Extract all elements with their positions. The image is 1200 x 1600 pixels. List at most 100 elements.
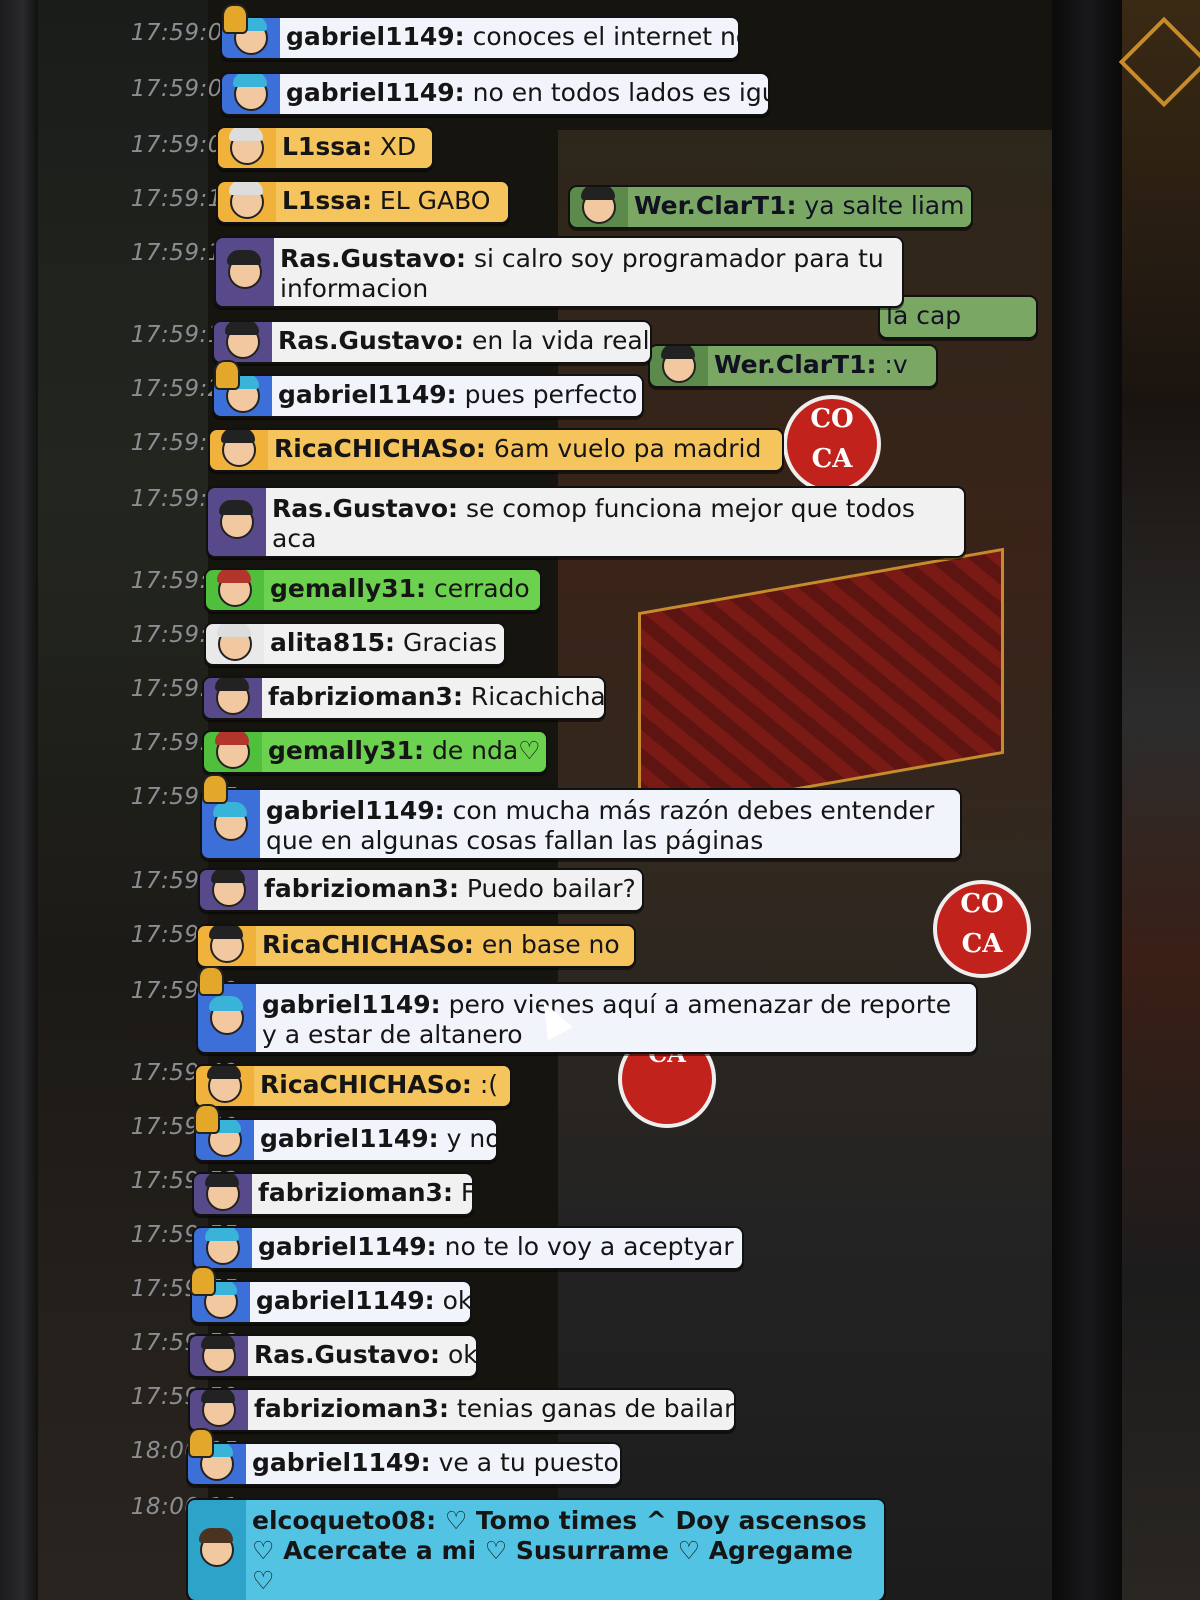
user-name[interactable]: RicaCHICHASo: — [260, 1070, 472, 1099]
message-text: 6am vuelo pa madrid — [493, 434, 762, 463]
chat-bubble[interactable]: fabrizioman3: F — [192, 1172, 474, 1216]
message-text: ya salte liam — [804, 191, 965, 220]
message-text: en la vida real — [471, 326, 650, 355]
user-name[interactable]: fabrizioman3: — [254, 1394, 449, 1423]
user-name[interactable]: gabriel1149: — [262, 990, 441, 1019]
user-name[interactable]: Wer.ClarT1: — [714, 350, 876, 379]
chat-bubble[interactable]: RicaCHICHASo: :( — [194, 1064, 512, 1108]
chat-bubble[interactable]: fabrizioman3: tenias ganas de bailar — [188, 1388, 736, 1432]
avatar[interactable] — [194, 1174, 252, 1214]
duck-pet-icon — [202, 774, 228, 804]
avatar — [570, 187, 628, 227]
chat-bubble[interactable]: gabriel1149: no te lo voy a aceptyar — [192, 1226, 744, 1270]
message-text: en base no — [481, 930, 620, 959]
message-text: de nda♡ — [431, 736, 541, 765]
chat-bubble[interactable]: Ras.Gustavo: en la vida real — [212, 320, 652, 364]
user-name[interactable]: gabriel1149: — [278, 380, 457, 409]
chat-bubble[interactable]: gabriel1149: pues perfecto — [212, 374, 644, 418]
user-name[interactable]: gabriel1149: — [258, 1232, 437, 1261]
chat-bubble[interactable]: gabriel1149: ok — [190, 1280, 472, 1324]
avatar[interactable] — [210, 430, 268, 470]
avatar[interactable] — [214, 322, 272, 362]
chat-bubble[interactable]: Ras.Gustavo: se comop funciona mejor que… — [206, 486, 966, 558]
message-text: tenias ganas de bailar — [456, 1394, 735, 1423]
diamond-ornament-icon — [1118, 16, 1200, 108]
avatar[interactable] — [190, 1336, 248, 1376]
user-name[interactable]: fabrizioman3: — [258, 1178, 453, 1207]
chat-bubble[interactable]: gabriel1149: con mucha más razón debes e… — [200, 788, 962, 860]
duck-pet-icon — [188, 1428, 214, 1458]
user-name[interactable]: Ras.Gustavo: — [280, 244, 466, 273]
user-name[interactable]: fabrizioman3: — [264, 874, 459, 903]
avatar[interactable] — [188, 1500, 246, 1600]
chat-bubble[interactable]: gabriel1149: pero vienes aquí a amenazar… — [196, 982, 978, 1054]
message-text: no te lo voy a aceptyar — [444, 1232, 734, 1261]
user-name[interactable]: Ras.Gustavo: — [254, 1340, 440, 1369]
coca-sign-mid[interactable]: CO CA — [933, 880, 1031, 978]
avatar[interactable] — [218, 182, 276, 222]
chat-bubble[interactable]: fabrizioman3: Puedo bailar? — [198, 868, 644, 912]
avatar[interactable] — [222, 74, 280, 114]
user-name[interactable]: Ras.Gustavo: — [272, 494, 458, 523]
message-text: la cap — [880, 297, 1036, 337]
chat-bubble[interactable]: gabriel1149: ve a tu puesto — [186, 1442, 622, 1486]
chat-bubble[interactable]: L1ssa: XD — [216, 126, 434, 170]
avatar[interactable] — [196, 1066, 254, 1106]
avatar[interactable] — [204, 732, 262, 772]
avatar[interactable] — [200, 870, 258, 910]
second-window-edge — [1118, 0, 1200, 1600]
user-name[interactable]: alita815: — [270, 628, 395, 657]
chat-bubble[interactable]: gabriel1149: no en todos lados es igual — [220, 72, 770, 116]
message-text: Ricachicha — [470, 682, 606, 711]
user-name[interactable]: elcoqueto08: — [252, 1506, 436, 1535]
chat-bubble[interactable]: RicaCHICHASo: en base no — [196, 924, 636, 968]
room-bubble[interactable]: Wer.ClarT1: :v — [648, 344, 938, 388]
message-text: F — [460, 1178, 474, 1207]
chat-bubble[interactable]: L1ssa: EL GABO — [216, 180, 510, 224]
chat-bubble[interactable]: gabriel1149: y no — [194, 1118, 498, 1162]
user-name[interactable]: gabriel1149: — [256, 1286, 435, 1315]
message-text: :( — [479, 1070, 499, 1099]
message-text: no en todos lados es igual — [472, 78, 770, 107]
avatar[interactable] — [204, 678, 262, 718]
chat-bubble[interactable]: elcoqueto08: ♡ Tomo times ^ Doy ascensos… — [186, 1498, 886, 1600]
avatar[interactable] — [198, 926, 256, 966]
user-name[interactable]: Ras.Gustavo: — [278, 326, 464, 355]
user-name[interactable]: gabriel1149: — [286, 22, 465, 51]
user-name[interactable]: fabrizioman3: — [268, 682, 463, 711]
user-name[interactable]: RicaCHICHASo: — [262, 930, 474, 959]
timestamp: 17:59:09 — [130, 76, 238, 102]
chat-bubble[interactable]: Ras.Gustavo: ok — [188, 1334, 478, 1378]
chat-bubble[interactable]: Ras.Gustavo: si calro soy programador pa… — [214, 236, 904, 308]
chat-bubble[interactable]: alita815: Gracias — [204, 622, 506, 666]
avatar[interactable] — [206, 570, 264, 610]
chat-bubble[interactable]: gemally31: de nda♡ — [202, 730, 548, 774]
user-name[interactable]: gemally31: — [270, 574, 426, 603]
avatar[interactable] — [218, 128, 276, 168]
message-text: pues perfecto — [464, 380, 638, 409]
user-name[interactable]: gabriel1149: — [252, 1448, 431, 1477]
coca-sign-top[interactable]: CO CA — [783, 395, 881, 493]
avatar[interactable] — [190, 1390, 248, 1430]
avatar[interactable] — [194, 1228, 252, 1268]
user-name[interactable]: gabriel1149: — [286, 78, 465, 107]
chat-bubble[interactable]: fabrizioman3: Ricachicha — [202, 676, 606, 720]
room-bubble[interactable]: Wer.ClarT1: ya salte liam — [568, 185, 973, 229]
message-text: Puedo bailar? — [466, 874, 636, 903]
message-text: cerrado — [433, 574, 530, 603]
user-name[interactable]: L1ssa: — [282, 132, 372, 161]
user-name[interactable]: gabriel1149: — [266, 796, 445, 825]
duck-pet-icon — [190, 1266, 216, 1296]
user-name[interactable]: gemally31: — [268, 736, 424, 765]
chat-bubble[interactable]: gemally31: cerrado — [204, 568, 542, 612]
user-name[interactable]: RicaCHICHASo: — [274, 434, 486, 463]
monitor-bezel-left — [0, 0, 38, 1600]
avatar[interactable] — [216, 238, 274, 306]
user-name[interactable]: Wer.ClarT1: — [634, 191, 796, 220]
avatar[interactable] — [206, 624, 264, 664]
chat-bubble[interactable]: gabriel1149: conoces el internet no? — [220, 16, 740, 60]
user-name[interactable]: L1ssa: — [282, 186, 372, 215]
user-name[interactable]: gabriel1149: — [260, 1124, 439, 1153]
chat-bubble[interactable]: RicaCHICHASo: 6am vuelo pa madrid — [208, 428, 784, 472]
avatar[interactable] — [208, 488, 266, 556]
